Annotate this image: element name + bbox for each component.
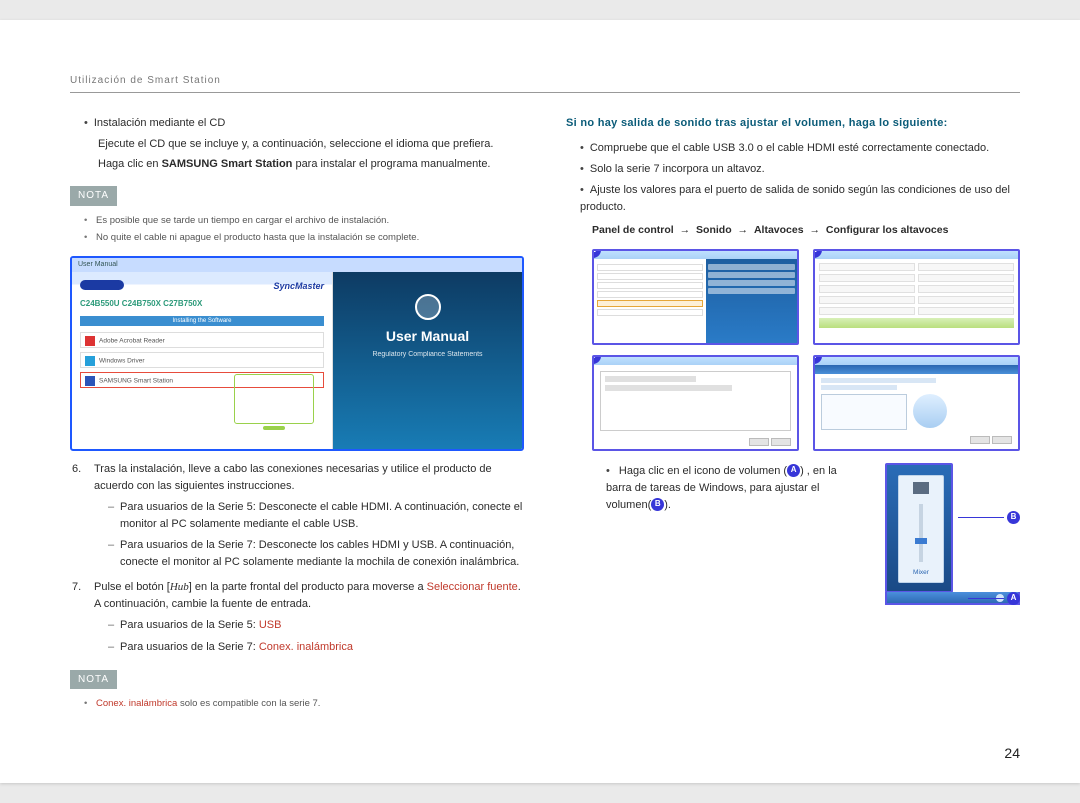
badge-b-inline: B [651, 498, 664, 511]
samsung-logo [80, 280, 124, 290]
numbered-list: 6. Tras la instalación, lleve a cabo las… [70, 461, 524, 655]
step-7-sublist: Para usuarios de la Serie 5: USB Para us… [94, 617, 524, 655]
syncmaster-label: SyncMaster [273, 280, 324, 294]
volume-mixer: Mixer [898, 475, 944, 583]
cd-line2: Haga clic en SAMSUNG Smart Station para … [98, 156, 524, 173]
slider-track [919, 504, 923, 562]
badge-a-inline: A [787, 464, 800, 477]
figure-titlebar: User Manual [72, 258, 522, 272]
install-bar: Installing the Software [80, 316, 324, 326]
nota1-item2: No quite el cable ni apague el producto … [84, 231, 524, 246]
screenshot-grid: 1 2 3 [592, 249, 1020, 451]
callout-line-a [968, 598, 1004, 599]
cd-install-heading: Instalación mediante el CD [70, 115, 524, 132]
user-manual-label: User Manual [333, 326, 522, 348]
installer-screenshot: User Manual SyncMaster C24B550U C24B750X… [70, 256, 524, 451]
volume-panel: Mixer [885, 463, 953, 593]
volume-instruction-row: Haga clic en el icono de volumen (A) , e… [592, 463, 1020, 605]
nota-list-2: Conex. inalámbrica solo es compatible co… [84, 697, 524, 712]
step-6-s7: Para usuarios de la Serie 7: Desconecte … [108, 537, 524, 571]
step-7-s7: Para usuarios de la Serie 7: Conex. inal… [108, 639, 524, 656]
speaker-icon [913, 482, 929, 494]
user-manual-icon [415, 294, 441, 320]
nota-list-1: Es posible que se tarde un tiempo en car… [84, 214, 524, 246]
step-7-text: Pulse el botón [Hub] en la parte frontal… [94, 581, 521, 610]
sound-b2: Solo la serie 7 incorpora un altavoz. [566, 161, 1020, 178]
nota-tag-1: NOTA [70, 186, 117, 206]
installer-row-2: Windows Driver [80, 352, 324, 368]
slider-knob [915, 538, 927, 544]
driver-icon [85, 356, 95, 366]
step-6-text: Tras la instalación, lleve a cabo las co… [94, 463, 492, 492]
sound-b1: Compruebe que el cable USB 3.0 o el cabl… [566, 140, 1020, 157]
document-page: Utilización de Smart Station Instalación… [0, 20, 1080, 783]
figure-right-panel: User Manual Regulatory Compliance Statem… [333, 272, 522, 449]
step-7-s5: Para usuarios de la Serie 5: USB [108, 617, 524, 634]
sound-troubleshoot-title: Si no hay salida de sonido tras ajustar … [566, 115, 1020, 132]
page-number: 24 [1004, 745, 1020, 761]
badge-b: B [1007, 511, 1020, 524]
smartstation-icon [85, 376, 95, 386]
screenshot-4: 4 [813, 355, 1020, 451]
monitor-outline-icon [234, 374, 314, 424]
page-header: Utilización de Smart Station [70, 75, 1020, 93]
callout-a: A [968, 592, 1020, 605]
mixer-label: Mixer [899, 568, 943, 578]
nota2-item: Conex. inalámbrica solo es compatible co… [84, 697, 524, 712]
step-6: 6. Tras la instalación, lleve a cabo las… [70, 461, 524, 571]
right-column: Si no hay salida de sonido tras ajustar … [566, 115, 1020, 722]
callout-b: B [958, 511, 1020, 524]
volume-text: Haga clic en el icono de volumen (A) , e… [592, 463, 871, 601]
badge-a: A [1007, 592, 1020, 605]
screenshot-2: 2 [813, 249, 1020, 345]
screenshot-1: 1 [592, 249, 799, 345]
step-6-sublist: Para usuarios de la Serie 5: Desconecte … [94, 499, 524, 571]
pdf-icon [85, 336, 95, 346]
two-column-layout: Instalación mediante el CD Ejecute el CD… [70, 115, 1020, 722]
header-title: Utilización de Smart Station [70, 75, 221, 86]
step-6-number: 6. [72, 461, 81, 478]
compliance-label: Regulatory Compliance Statements [333, 350, 522, 361]
model-numbers: C24B550U C24B750X C27B750X [80, 298, 324, 310]
cd-line1: Ejecute el CD que se incluye y, a contin… [98, 136, 524, 153]
step-7-number: 7. [72, 579, 81, 596]
sound-b3: Ajuste los valores para el puerto de sal… [566, 182, 1020, 216]
nota-tag-2: NOTA [70, 670, 117, 690]
left-column: Instalación mediante el CD Ejecute el CD… [70, 115, 524, 722]
nota1-item1: Es posible que se tarde un tiempo en car… [84, 214, 524, 229]
control-panel-path: Panel de control → Sonido → Altavoces → … [592, 222, 1020, 238]
step-7: 7. Pulse el botón [Hub] en la parte fron… [70, 579, 524, 655]
screenshot-3: 3 [592, 355, 799, 451]
callout-line-b [958, 517, 1004, 518]
installer-row-1: Adobe Acrobat Reader [80, 332, 324, 348]
step-6-s5: Para usuarios de la Serie 5: Desconecte … [108, 499, 524, 533]
volume-figure: Mixer B A [885, 463, 1020, 605]
